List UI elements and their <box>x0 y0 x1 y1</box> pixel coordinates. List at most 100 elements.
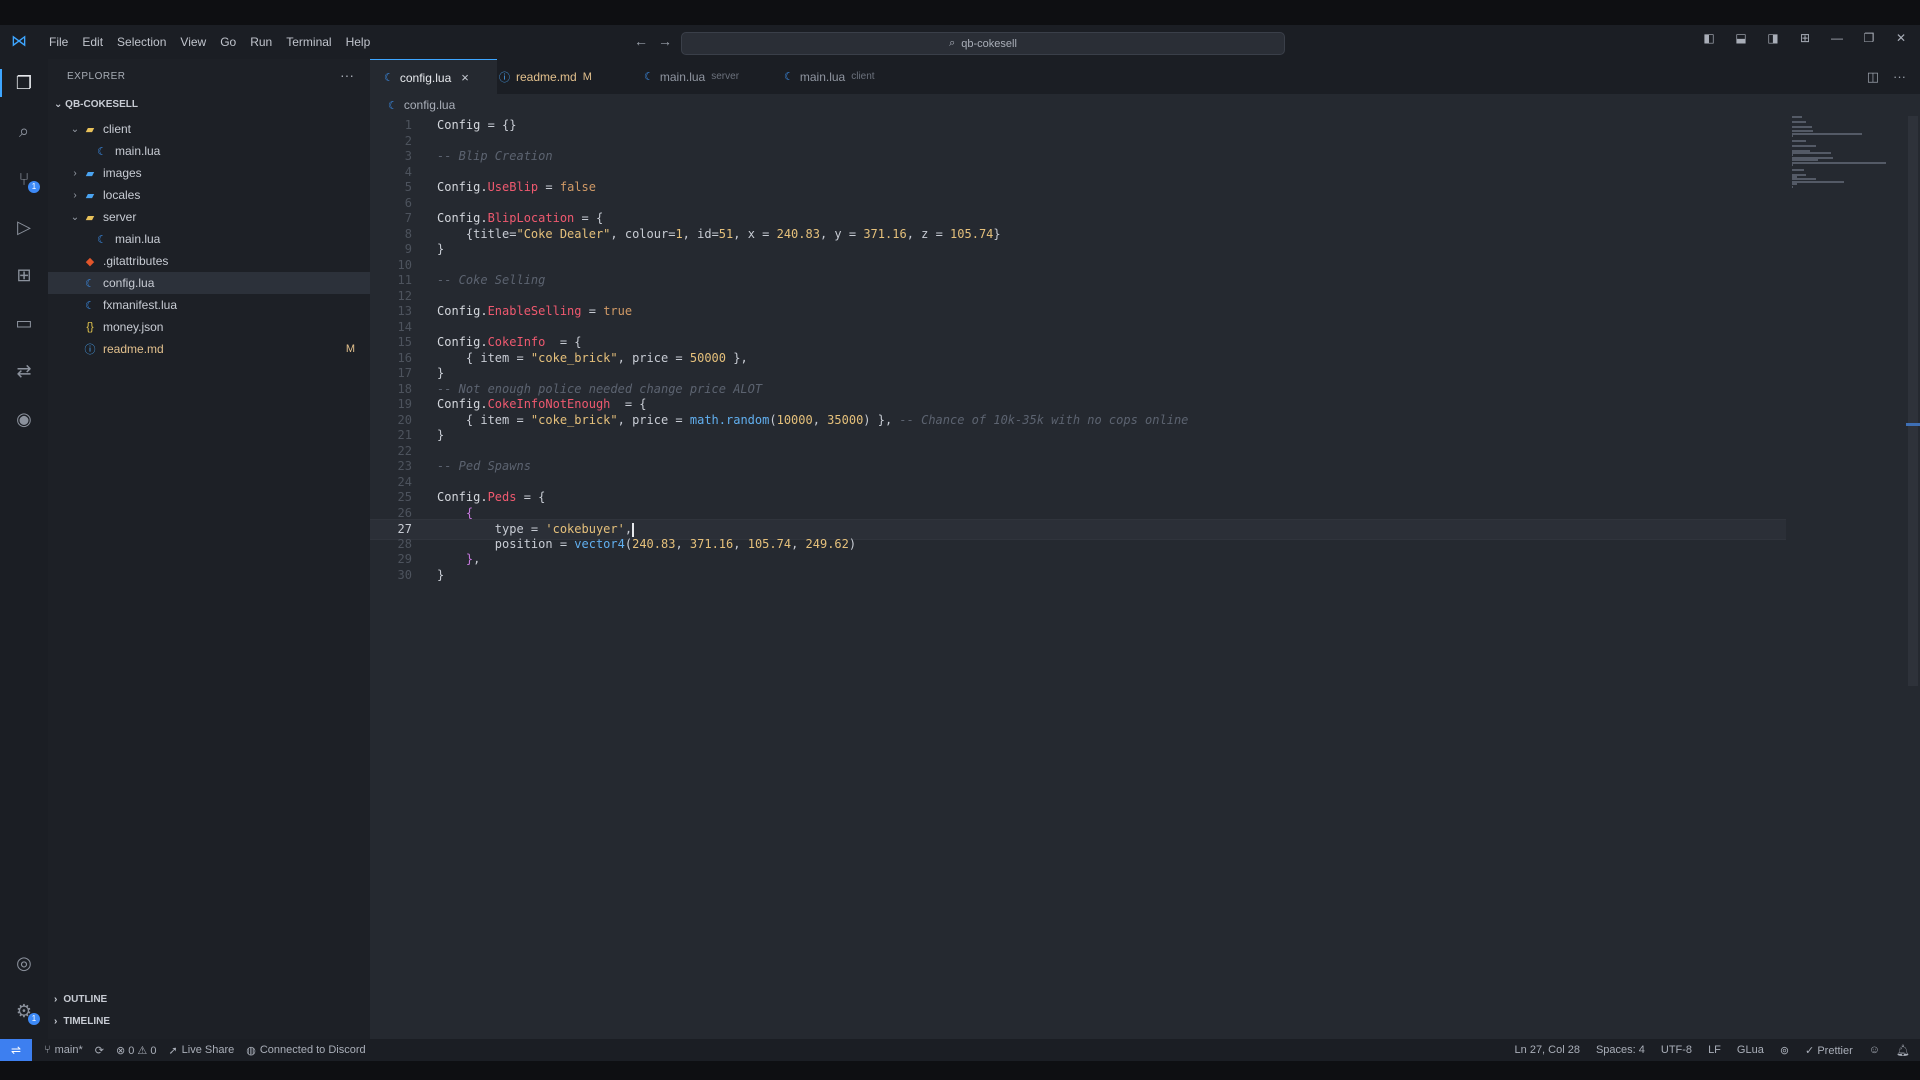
live-share-icon[interactable]: ⇄ <box>12 359 36 383</box>
prettier-status[interactable]: ✓ Prettier <box>1805 1044 1853 1057</box>
remote-explorer-icon[interactable]: ▭ <box>12 311 36 335</box>
tab-config-lua[interactable]: ☾ config.lua × <box>370 59 497 95</box>
branch-indicator[interactable]: ⑂ main* <box>44 1044 83 1056</box>
tree-item-label: images <box>103 166 142 180</box>
breadcrumb[interactable]: ☾ config.lua <box>370 94 1920 116</box>
toggle-panel-icon[interactable]: ⬓ <box>1732 31 1750 45</box>
tree-item[interactable]: ⌄ ▰ client <box>48 118 370 140</box>
cursor-position[interactable]: Ln 27, Col 28 <box>1515 1044 1580 1056</box>
code-token: 51 <box>718 226 734 241</box>
workspace-root[interactable]: ⌄ QB-COKESELL <box>54 99 138 110</box>
code-token: , y = <box>819 226 864 241</box>
run-debug-icon[interactable]: ▷ <box>12 215 36 239</box>
problems-indicator[interactable]: ⊗ 0 ⚠ 0 <box>116 1044 156 1057</box>
breadcrumb-file[interactable]: config.lua <box>404 98 455 112</box>
encoding[interactable]: UTF-8 <box>1661 1044 1692 1056</box>
tree-item[interactable]: ☾ config.lua <box>48 272 370 294</box>
tree-item[interactable]: ⓘ readme.md M <box>48 338 370 360</box>
menu-item-file[interactable]: File <box>42 34 75 50</box>
more-actions-icon[interactable]: ··· <box>1893 69 1906 85</box>
command-center-search[interactable]: ⌕ qb-cokesell <box>681 32 1285 55</box>
more-actions-icon[interactable]: ··· <box>340 67 354 83</box>
chevron-down-icon: ⌄ <box>54 99 63 110</box>
tree-item[interactable]: ☾ main.lua <box>48 140 370 162</box>
tree-item[interactable]: › ▰ images <box>48 162 370 184</box>
tree-item[interactable]: {} money.json <box>48 316 370 338</box>
code-token: CokeInfoNotEnough <box>487 397 611 411</box>
indentation[interactable]: Spaces: 4 <box>1596 1044 1645 1056</box>
back-arrow-icon[interactable]: ← <box>634 33 648 49</box>
code-token: } <box>437 242 445 256</box>
toggle-secondary-sidebar-icon[interactable]: ◨ <box>1764 31 1782 45</box>
customize-layout-icon[interactable]: ⊞ <box>1796 31 1814 45</box>
code-token: UseBlip <box>487 180 539 194</box>
tree-item[interactable]: ☾ fxmanifest.lua <box>48 294 370 316</box>
code-editor[interactable]: 1 Config = {} 2 3 -- Blip Creation 4 5 Config.U… <box>370 116 1920 1039</box>
tree-item[interactable]: ◆ .gitattributes <box>48 250 370 272</box>
editor-actions: ◫ ··· <box>1867 69 1906 85</box>
tab-main-lua-server[interactable]: ☾ main.lua server <box>630 59 753 94</box>
code-line[interactable]: 30} <box>370 566 1786 585</box>
timeline-section[interactable]: › TIMELINE <box>54 1016 110 1027</box>
menu-item-go[interactable]: Go <box>213 34 243 50</box>
close-tab-icon[interactable]: × <box>461 70 469 85</box>
lua-file-icon: ☾ <box>97 233 107 246</box>
outline-section[interactable]: › OUTLINE <box>54 994 107 1005</box>
extensions-icon[interactable]: ⊞ <box>12 263 36 287</box>
sync-icon[interactable]: ⟳ <box>95 1044 104 1057</box>
code-token: "coke_brick" <box>530 412 618 427</box>
menu-item-help[interactable]: Help <box>339 34 378 50</box>
sidebar-title: EXPLORER <box>67 71 126 82</box>
tab-description: client <box>851 71 875 82</box>
close-window-icon[interactable]: ✕ <box>1892 31 1910 45</box>
menu-item-edit[interactable]: Edit <box>75 34 110 50</box>
code-token: } <box>993 226 1001 241</box>
end-of-line[interactable]: LF <box>1708 1044 1721 1056</box>
toggle-sidebar-icon[interactable]: ◧ <box>1700 31 1718 45</box>
editor-scrollbar[interactable] <box>1906 116 1920 1039</box>
code-token: {title= <box>437 226 517 241</box>
minimap[interactable] <box>1790 116 1910 196</box>
search-view-icon[interactable]: ⌕ <box>12 119 36 143</box>
menu-item-run[interactable]: Run <box>243 34 279 50</box>
folder-icon: ▰ <box>85 189 95 202</box>
code-token: , <box>473 552 481 566</box>
remote-indicator-icon[interactable]: ⇌ <box>0 1039 32 1061</box>
accounts-icon[interactable]: ◎ <box>12 951 36 975</box>
tree-item[interactable]: ☾ main.lua <box>48 228 370 250</box>
restore-icon[interactable]: ❐ <box>1860 31 1878 45</box>
menu-item-selection[interactable]: Selection <box>110 34 173 50</box>
explorer-sidebar: EXPLORER ··· ⌄ QB-COKESELL ⌄ ▰ client ☾ main… <box>48 59 370 1039</box>
tree-item[interactable]: › ▰ locales <box>48 184 370 206</box>
code-token: 371.16 <box>863 226 907 241</box>
split-editor-icon[interactable]: ◫ <box>1867 69 1879 85</box>
forward-arrow-icon[interactable]: → <box>658 33 672 49</box>
live-share-icon: ➚ <box>168 1044 178 1057</box>
tab-readme-md[interactable]: ⓘ readme.md M <box>485 59 606 94</box>
code-token: = {} <box>480 118 517 132</box>
live-share-status[interactable]: ➚ Live Share <box>168 1044 234 1057</box>
discord-status[interactable]: ◍ Connected to Discord <box>246 1044 365 1057</box>
branch-icon: ⑂ <box>44 1044 51 1056</box>
minimize-icon[interactable]: — <box>1828 31 1846 45</box>
github-icon[interactable]: ◉ <box>12 407 36 431</box>
code-token: "coke_brick" <box>530 350 618 365</box>
menu-item-view[interactable]: View <box>173 34 213 50</box>
scrollbar-thumb[interactable] <box>1908 116 1918 686</box>
notifications-bell-icon[interactable]: 🔔︎ <box>1896 1044 1910 1057</box>
tab-label: readme.md <box>516 69 577 84</box>
prettier-check-icon: ✓ <box>1805 1044 1818 1057</box>
code-token: { item = <box>437 350 531 365</box>
feedback-icon[interactable]: ☺ <box>1869 1044 1880 1056</box>
language-mode[interactable]: GLua <box>1737 1044 1764 1056</box>
explorer-icon[interactable]: ❐ <box>12 71 36 95</box>
code-token: 371.16 <box>689 536 734 551</box>
modified-badge: M <box>345 343 355 355</box>
copilot-icon[interactable]: ⊚ <box>1780 1044 1789 1057</box>
tree-item[interactable]: ⌄ ▰ server <box>48 206 370 228</box>
source-control-icon[interactable]: ⑂ 1 <box>12 167 40 193</box>
menu-item-terminal[interactable]: Terminal <box>279 34 338 50</box>
tab-label: config.lua <box>399 70 452 85</box>
manage-gear-icon[interactable]: ⚙ 1 <box>12 999 40 1025</box>
tab-main-lua-client[interactable]: ☾ main.lua client <box>770 59 889 94</box>
